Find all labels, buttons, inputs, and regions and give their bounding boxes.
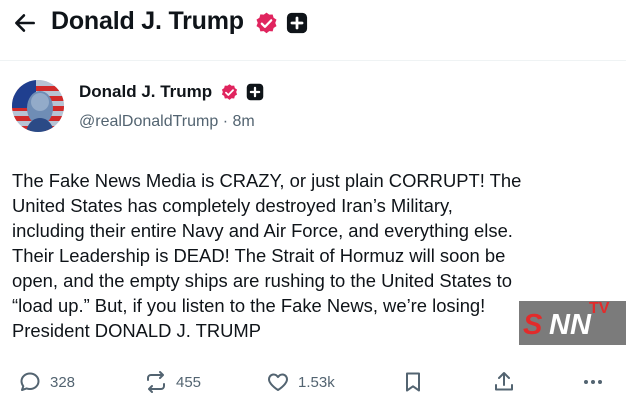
reply-button[interactable]: 328	[18, 366, 75, 398]
avatar-image	[12, 80, 64, 132]
author-handle[interactable]: @realDonaldTrump	[79, 113, 218, 130]
repost-count: 455	[176, 373, 202, 391]
reply-count: 328	[50, 373, 76, 391]
more-button[interactable]	[581, 366, 605, 398]
reply-icon	[20, 372, 40, 391]
author-meta: @realDonaldTrump · 8m	[79, 113, 255, 131]
action-bar: 328 455 1.53k	[0, 366, 626, 398]
heart-icon	[268, 373, 288, 391]
arrow-left-icon[interactable]	[12, 10, 38, 36]
more-icon	[584, 380, 602, 384]
watermark-s: S	[523, 309, 543, 341]
plus-badge-icon	[246, 83, 264, 101]
bookmark-button[interactable]	[401, 366, 425, 398]
header-title: Donald J. Trump	[51, 7, 244, 35]
share-button[interactable]	[492, 366, 516, 398]
watermark-tv: TV	[589, 300, 610, 317]
plus-badge-icon	[286, 12, 308, 34]
author-display-name[interactable]: Donald J. Trump	[79, 82, 212, 102]
verified-badge-icon	[221, 84, 238, 100]
header-divider	[0, 60, 626, 61]
top-bar: Donald J. Trump	[0, 0, 626, 46]
watermark-nn: NN	[549, 309, 591, 341]
avatar[interactable]	[12, 80, 64, 132]
bookmark-icon	[406, 372, 420, 392]
share-icon	[495, 372, 513, 391]
like-button[interactable]: 1.53k	[266, 366, 335, 398]
repost-button[interactable]: 455	[144, 366, 201, 398]
post-time[interactable]: 8m	[233, 113, 255, 130]
repost-icon	[147, 371, 165, 393]
like-count: 1.53k	[298, 373, 335, 391]
meta-separator: ·	[222, 113, 229, 130]
snn-tv-watermark: S NN TV	[519, 300, 626, 345]
verified-badge-icon	[256, 12, 277, 34]
